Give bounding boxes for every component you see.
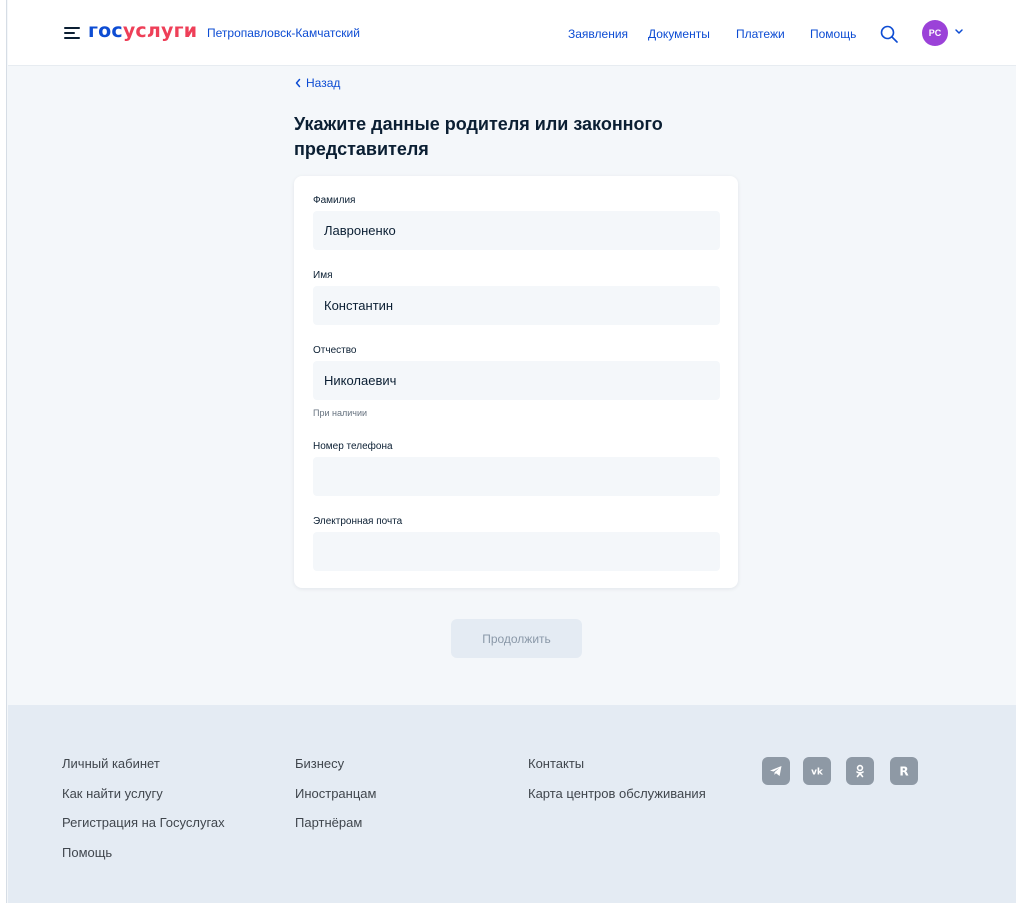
odnoklassniki-icon[interactable]: [846, 757, 874, 785]
search-icon[interactable]: [880, 25, 898, 43]
top-header: госуслуги Петропавловск-Камчатский Заявл…: [8, 0, 1016, 66]
telegram-icon[interactable]: [762, 757, 790, 785]
continue-button[interactable]: Продолжить: [451, 619, 582, 658]
footer-link-help[interactable]: Помощь: [62, 845, 112, 860]
logo-text-part1: гос: [88, 20, 123, 42]
first-name-field[interactable]: Константин: [313, 286, 720, 325]
phone-label: Номер телефона: [313, 441, 393, 452]
patronymic-field[interactable]: Николаевич: [313, 361, 720, 400]
first-name-label: Имя: [313, 270, 333, 281]
nav-documents[interactable]: Документы: [648, 27, 710, 41]
phone-field[interactable]: [313, 457, 720, 496]
email-field[interactable]: [313, 532, 720, 571]
footer-link-registration[interactable]: Регистрация на Госуслугах: [62, 815, 225, 830]
vk-icon[interactable]: vk: [803, 757, 831, 785]
svg-text:vk: vk: [811, 768, 824, 778]
back-link[interactable]: Назад: [294, 76, 340, 90]
chevron-left-icon: [295, 78, 301, 88]
parent-form-card: Фамилия Лавроненко Имя Константин Отчест…: [294, 176, 738, 588]
chevron-down-icon[interactable]: [954, 28, 964, 36]
page-title: Укажите данные родителя или законного пр…: [294, 114, 663, 159]
menu-icon[interactable]: [64, 27, 80, 41]
surname-field[interactable]: Лавроненко: [313, 211, 720, 250]
footer: [8, 705, 1016, 903]
email-label: Электронная почта: [313, 516, 403, 527]
avatar[interactable]: PC: [922, 20, 948, 46]
patronymic-hint: При наличии: [313, 408, 367, 418]
footer-link-contacts[interactable]: Контакты: [528, 756, 584, 771]
rutube-icon[interactable]: R: [890, 757, 918, 785]
footer-link-business[interactable]: Бизнесу: [295, 756, 344, 771]
patronymic-label: Отчество: [313, 345, 357, 356]
nav-applications[interactable]: Заявления: [568, 27, 628, 41]
footer-link-partners[interactable]: Партнёрам: [295, 815, 362, 830]
window-edge: [0, 0, 7, 903]
nav-help[interactable]: Помощь: [810, 27, 856, 41]
footer-link-service-centers-map[interactable]: Карта центров обслуживания: [528, 786, 706, 801]
surname-label: Фамилия: [313, 195, 356, 206]
back-link-label: Назад: [306, 76, 341, 90]
footer-link-find-service[interactable]: Как найти услугу: [62, 786, 163, 801]
nav-payments[interactable]: Платежи: [736, 27, 785, 41]
gosuslugi-logo[interactable]: госуслуги: [88, 20, 197, 42]
svg-text:R: R: [899, 765, 908, 779]
footer-link-personal-account[interactable]: Личный кабинет: [62, 756, 160, 771]
logo-text-part2: услуги: [122, 20, 198, 42]
city-selector[interactable]: Петропавловск-Камчатский: [207, 26, 360, 40]
footer-link-foreigners[interactable]: Иностранцам: [295, 786, 376, 801]
